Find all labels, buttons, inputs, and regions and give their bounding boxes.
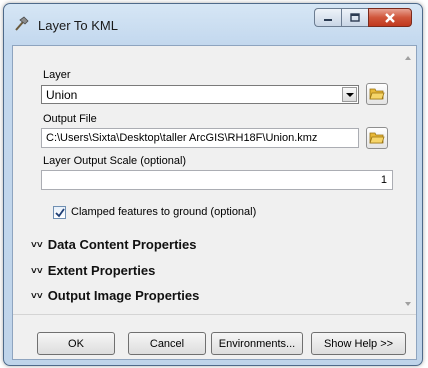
caption-buttons <box>314 8 412 28</box>
clamped-label[interactable]: Clamped features to ground (optional) <box>71 206 256 218</box>
scale-label: Layer Output Scale (optional) <box>43 155 187 167</box>
hammer-icon <box>13 16 29 32</box>
dialog-client-area: Layer Union Output File C:\Users\Sixta\D… <box>12 45 417 360</box>
environments-button[interactable]: Environments... <box>211 332 303 355</box>
double-chevron-down-icon: ˅˅ <box>31 291 43 302</box>
close-button[interactable] <box>368 8 412 27</box>
parameters-panel: Layer Union Output File C:\Users\Sixta\D… <box>13 46 416 315</box>
double-chevron-down-icon: ˅˅ <box>31 266 43 277</box>
close-icon <box>385 12 395 23</box>
dropdown-arrow-icon[interactable] <box>342 87 357 102</box>
section-output-image[interactable]: ˅˅ Output Image Properties <box>31 288 199 303</box>
title-bar[interactable]: Layer To KML <box>4 4 422 38</box>
section-data-content[interactable]: ˅˅ Data Content Properties <box>31 237 197 252</box>
layer-select-value: Union <box>46 88 78 102</box>
clamped-checkbox[interactable] <box>53 206 66 219</box>
maximize-icon <box>350 12 360 22</box>
output-file-value: C:\Users\Sixta\Desktop\taller ArcGIS\RH1… <box>46 132 318 144</box>
window-title: Layer To KML <box>38 18 118 33</box>
scroll-up-arrow-icon[interactable] <box>404 54 412 62</box>
maximize-button[interactable] <box>341 8 368 27</box>
minimize-icon <box>324 18 332 21</box>
output-file-field[interactable]: C:\Users\Sixta\Desktop\taller ArcGIS\RH1… <box>41 128 359 148</box>
ok-button[interactable]: OK <box>37 332 115 355</box>
section-label: Data Content Properties <box>47 237 197 252</box>
show-help-button[interactable]: Show Help >> <box>311 332 406 355</box>
minimize-button[interactable] <box>314 8 341 27</box>
open-folder-icon <box>369 132 385 144</box>
double-chevron-down-icon: ˅˅ <box>31 240 43 251</box>
scroll-down-arrow-icon[interactable] <box>404 300 412 308</box>
layer-select[interactable]: Union <box>41 85 359 104</box>
scale-value: 1 <box>380 174 387 186</box>
checkmark-icon <box>54 207 65 217</box>
output-file-label: Output File <box>43 113 97 125</box>
cancel-button[interactable]: Cancel <box>128 332 206 355</box>
section-extent[interactable]: ˅˅ Extent Properties <box>31 263 155 278</box>
vertical-scrollbar[interactable] <box>400 46 416 314</box>
open-folder-icon <box>369 88 385 100</box>
section-label: Output Image Properties <box>47 288 200 303</box>
section-label: Extent Properties <box>47 263 156 278</box>
scale-field[interactable]: 1 <box>41 170 393 190</box>
layer-label: Layer <box>43 69 71 81</box>
output-browse-button[interactable] <box>366 127 388 149</box>
layer-browse-button[interactable] <box>366 83 388 105</box>
dialog-window: Layer To KML Layer Union Output File C:\… <box>3 3 423 366</box>
